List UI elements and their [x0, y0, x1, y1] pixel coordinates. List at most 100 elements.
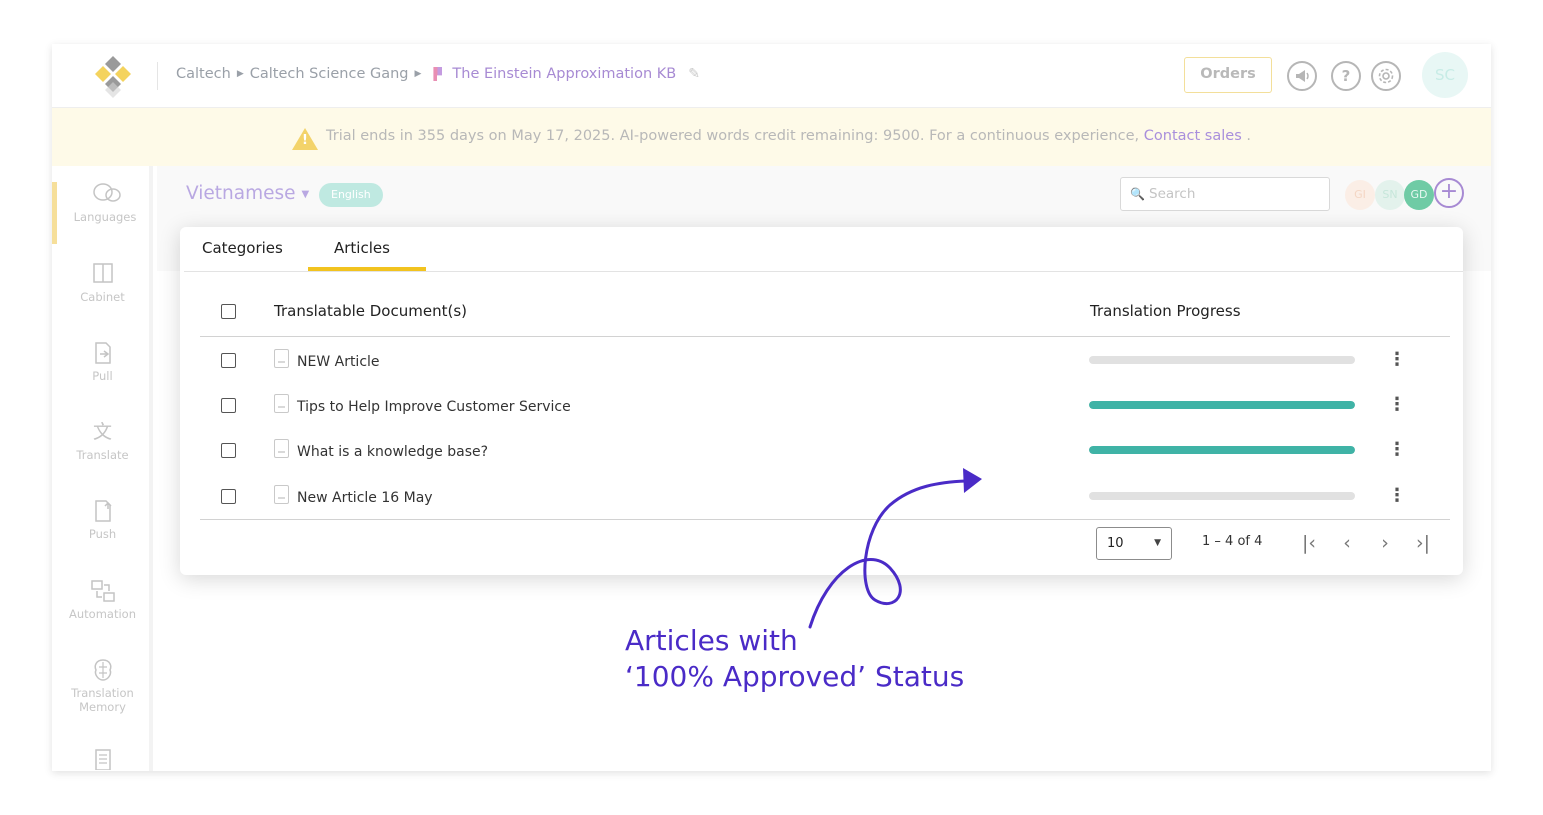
- table-row[interactable]: Tips to Help Improve Customer Service: [274, 394, 571, 415]
- user-avatar[interactable]: SC: [1422, 52, 1468, 98]
- sidebar-item-translate[interactable]: 文 Translate: [52, 420, 153, 462]
- chevron-down-icon: ▼: [301, 189, 310, 200]
- table-header-divider: [200, 336, 1450, 337]
- document-title: Tips to Help Improve Customer Service: [297, 399, 571, 415]
- top-header: Caltech ▶ Caltech Science Gang ▶ The Ein…: [52, 44, 1491, 108]
- articles-card: Categories Articles Translatable Documen…: [180, 227, 1463, 575]
- annotation-line-2: ‘100% Approved’ Status: [625, 660, 965, 693]
- tab-categories[interactable]: Categories: [202, 239, 283, 257]
- table-row[interactable]: What is a knowledge base?: [274, 439, 488, 460]
- table-row[interactable]: New Article 16 May: [274, 485, 433, 506]
- caret-right-icon: ▶: [414, 69, 422, 79]
- sidebar-label: Cabinet: [80, 290, 125, 304]
- search-box[interactable]: 🔍 Search: [1120, 177, 1330, 211]
- sidebar-label: Automation: [69, 607, 136, 621]
- gear-icon[interactable]: [1371, 61, 1401, 91]
- sidebar-label: Pull: [92, 369, 113, 383]
- pull-icon: [90, 341, 116, 365]
- help-icon[interactable]: ?: [1331, 61, 1361, 91]
- pagination-range: 1 – 4 of 4: [1202, 534, 1263, 549]
- trial-banner: ! Trial ends in 355 days on May 17, 2025.…: [52, 108, 1491, 166]
- member-avatar[interactable]: SN: [1375, 180, 1405, 210]
- row-menu-icon[interactable]: ⋮: [1388, 441, 1406, 459]
- breadcrumb-org[interactable]: Caltech: [176, 66, 231, 82]
- source-language-badge: English: [319, 183, 383, 207]
- member-avatar[interactable]: GD: [1404, 180, 1434, 210]
- page-size-select[interactable]: 10 ▼: [1096, 527, 1172, 560]
- breadcrumb-kb[interactable]: The Einstein Approximation KB: [452, 66, 676, 82]
- translate-icon: 文: [92, 421, 112, 443]
- document-title: NEW Article: [297, 354, 380, 370]
- logo-icon[interactable]: [90, 54, 136, 100]
- document-title: New Article 16 May: [297, 490, 433, 506]
- automation-icon: [90, 579, 116, 603]
- add-member-button[interactable]: +: [1434, 178, 1464, 208]
- orders-button[interactable]: Orders: [1184, 57, 1272, 93]
- languages-icon: [92, 182, 121, 206]
- row-checkbox[interactable]: [221, 489, 236, 504]
- language-selector[interactable]: Vietnamese ▼: [186, 183, 309, 204]
- annotation-line-1: Articles with: [625, 624, 798, 657]
- row-checkbox[interactable]: [221, 398, 236, 413]
- translation-progress-bar: [1089, 492, 1355, 500]
- sidebar-label: Translate: [76, 448, 129, 462]
- tab-bar: Categories Articles: [184, 227, 1463, 272]
- select-all-checkbox[interactable]: [221, 304, 236, 319]
- sidebar-label: Translation Memory: [71, 686, 134, 714]
- language-name: Vietnamese: [186, 183, 296, 204]
- next-page-icon[interactable]: ›: [1374, 532, 1396, 554]
- sidebar-item-push[interactable]: Push: [52, 499, 153, 541]
- sidebar-item-pull[interactable]: Pull: [52, 341, 153, 383]
- caret-right-icon: ▶: [236, 69, 244, 79]
- breadcrumb: Caltech ▶ Caltech Science Gang ▶ The Ein…: [176, 66, 700, 82]
- sidebar-item-translation-memory[interactable]: Translation Memory: [52, 658, 153, 714]
- progress-fill: [1089, 401, 1355, 409]
- row-checkbox[interactable]: [221, 443, 236, 458]
- progress-fill: [1089, 446, 1355, 454]
- push-icon: [90, 499, 116, 523]
- first-page-icon[interactable]: |‹: [1298, 532, 1320, 554]
- page-size-value: 10: [1107, 536, 1124, 551]
- annotation-caption: Articles with ‘100% Approved’ Status: [625, 623, 964, 695]
- row-menu-icon[interactable]: ⋮: [1388, 396, 1406, 414]
- previous-page-icon[interactable]: ‹: [1336, 532, 1358, 554]
- table-row[interactable]: NEW Article: [274, 349, 380, 370]
- contact-sales-link[interactable]: Contact sales: [1144, 128, 1242, 144]
- document-icon: [274, 439, 289, 458]
- translation-memory-icon: [90, 658, 116, 682]
- edit-pencil-icon[interactable]: ✎: [688, 66, 700, 82]
- cabinet-icon: [90, 262, 116, 286]
- translation-progress-bar: [1089, 446, 1355, 454]
- megaphone-icon[interactable]: [1287, 61, 1317, 91]
- search-input[interactable]: Search: [1149, 186, 1195, 202]
- document-icon: [274, 485, 289, 504]
- column-header-document[interactable]: Translatable Document(s): [274, 302, 467, 320]
- last-page-icon[interactable]: ›|: [1412, 532, 1434, 554]
- row-menu-icon[interactable]: ⋮: [1388, 487, 1406, 505]
- row-menu-icon[interactable]: ⋮: [1388, 351, 1406, 369]
- translation-progress-bar: [1089, 401, 1355, 409]
- sidebar-label: Languages: [73, 210, 137, 224]
- sidebar-item-more[interactable]: [52, 748, 153, 771]
- document-icon: [274, 349, 289, 368]
- header-divider: [157, 62, 158, 90]
- column-header-progress[interactable]: Translation Progress: [1090, 302, 1241, 320]
- trial-suffix: .: [1241, 128, 1251, 144]
- search-icon: 🔍: [1130, 187, 1145, 201]
- table-footer-divider: [200, 519, 1450, 520]
- sidebar: Languages Cabinet Pull 文 Translate Push: [52, 166, 153, 771]
- trial-message: Trial ends in 355 days on May 17, 2025. …: [326, 128, 1144, 144]
- sidebar-item-languages[interactable]: Languages: [52, 182, 153, 244]
- row-checkbox[interactable]: [221, 353, 236, 368]
- tab-articles[interactable]: Articles: [334, 239, 390, 257]
- member-avatar[interactable]: GI: [1345, 180, 1375, 210]
- document-list-icon: [90, 748, 116, 771]
- active-tab-indicator: [308, 267, 426, 271]
- kb-flag-icon: [433, 67, 443, 81]
- warning-icon: !: [292, 128, 319, 150]
- sidebar-item-cabinet[interactable]: Cabinet: [52, 262, 153, 304]
- sidebar-label: Push: [88, 527, 117, 541]
- sidebar-item-automation[interactable]: Automation: [52, 579, 153, 621]
- document-icon: [274, 394, 289, 413]
- breadcrumb-team[interactable]: Caltech Science Gang: [250, 66, 409, 82]
